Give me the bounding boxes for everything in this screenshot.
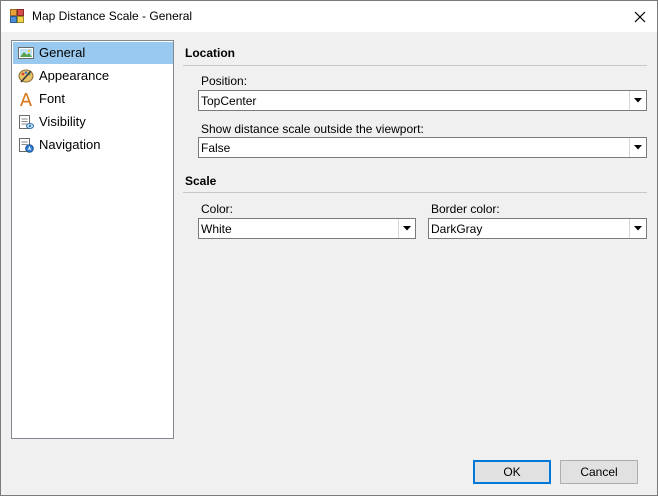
location-section-title: Location: [185, 46, 235, 60]
position-value: TopCenter: [201, 94, 257, 108]
scale-divider: [183, 192, 647, 193]
border-color-value: DarkGray: [431, 222, 483, 236]
dialog-window: Map Distance Scale - General General App…: [0, 0, 658, 496]
color-label: Color:: [201, 202, 234, 216]
navigation-icon: [18, 137, 34, 153]
nav-item-label: General: [39, 45, 86, 60]
nav-item-general[interactable]: General: [13, 42, 173, 64]
location-divider: [183, 65, 647, 66]
dropdown-arrow[interactable]: [629, 138, 646, 157]
chevron-down-icon: [634, 226, 642, 231]
outside-viewport-label: Show distance scale outside the viewport…: [201, 122, 424, 136]
outside-viewport-value: False: [201, 141, 231, 155]
color-dropdown[interactable]: White: [198, 218, 416, 239]
appearance-icon: [18, 68, 34, 84]
app-icon: [10, 9, 24, 23]
position-dropdown[interactable]: TopCenter: [198, 90, 647, 111]
outside-viewport-dropdown[interactable]: False: [198, 137, 647, 158]
font-icon: [18, 91, 34, 107]
chevron-down-icon: [634, 145, 642, 150]
ok-button[interactable]: OK: [473, 460, 551, 484]
nav-item-label: Visibility: [39, 114, 86, 129]
window-title: Map Distance Scale - General: [32, 9, 193, 23]
chevron-down-icon: [634, 98, 642, 103]
nav-item-label: Appearance: [39, 68, 110, 83]
dropdown-arrow[interactable]: [398, 219, 415, 238]
chevron-down-icon: [403, 226, 411, 231]
scale-section-title: Scale: [185, 174, 217, 188]
title-bar: Map Distance Scale - General: [1, 1, 657, 32]
nav-item-navigation[interactable]: Navigation: [13, 134, 173, 156]
dropdown-arrow[interactable]: [629, 91, 646, 110]
color-value: White: [201, 222, 232, 236]
visibility-icon: [18, 114, 34, 130]
cancel-button[interactable]: Cancel: [560, 460, 638, 484]
nav-item-label: Navigation: [39, 137, 101, 152]
position-label: Position:: [201, 74, 248, 88]
border-color-label: Border color:: [431, 202, 500, 216]
nav-item-visibility[interactable]: Visibility: [13, 111, 173, 133]
close-button[interactable]: [623, 3, 657, 30]
nav-item-font[interactable]: Font: [13, 88, 173, 110]
dropdown-arrow[interactable]: [629, 219, 646, 238]
close-icon: [634, 11, 646, 22]
category-list: General Appearance Font Visibility Navig…: [11, 40, 174, 439]
nav-item-appearance[interactable]: Appearance: [13, 65, 173, 87]
nav-item-label: Font: [39, 91, 66, 106]
border-color-dropdown[interactable]: DarkGray: [428, 218, 647, 239]
general-icon: [18, 45, 34, 61]
